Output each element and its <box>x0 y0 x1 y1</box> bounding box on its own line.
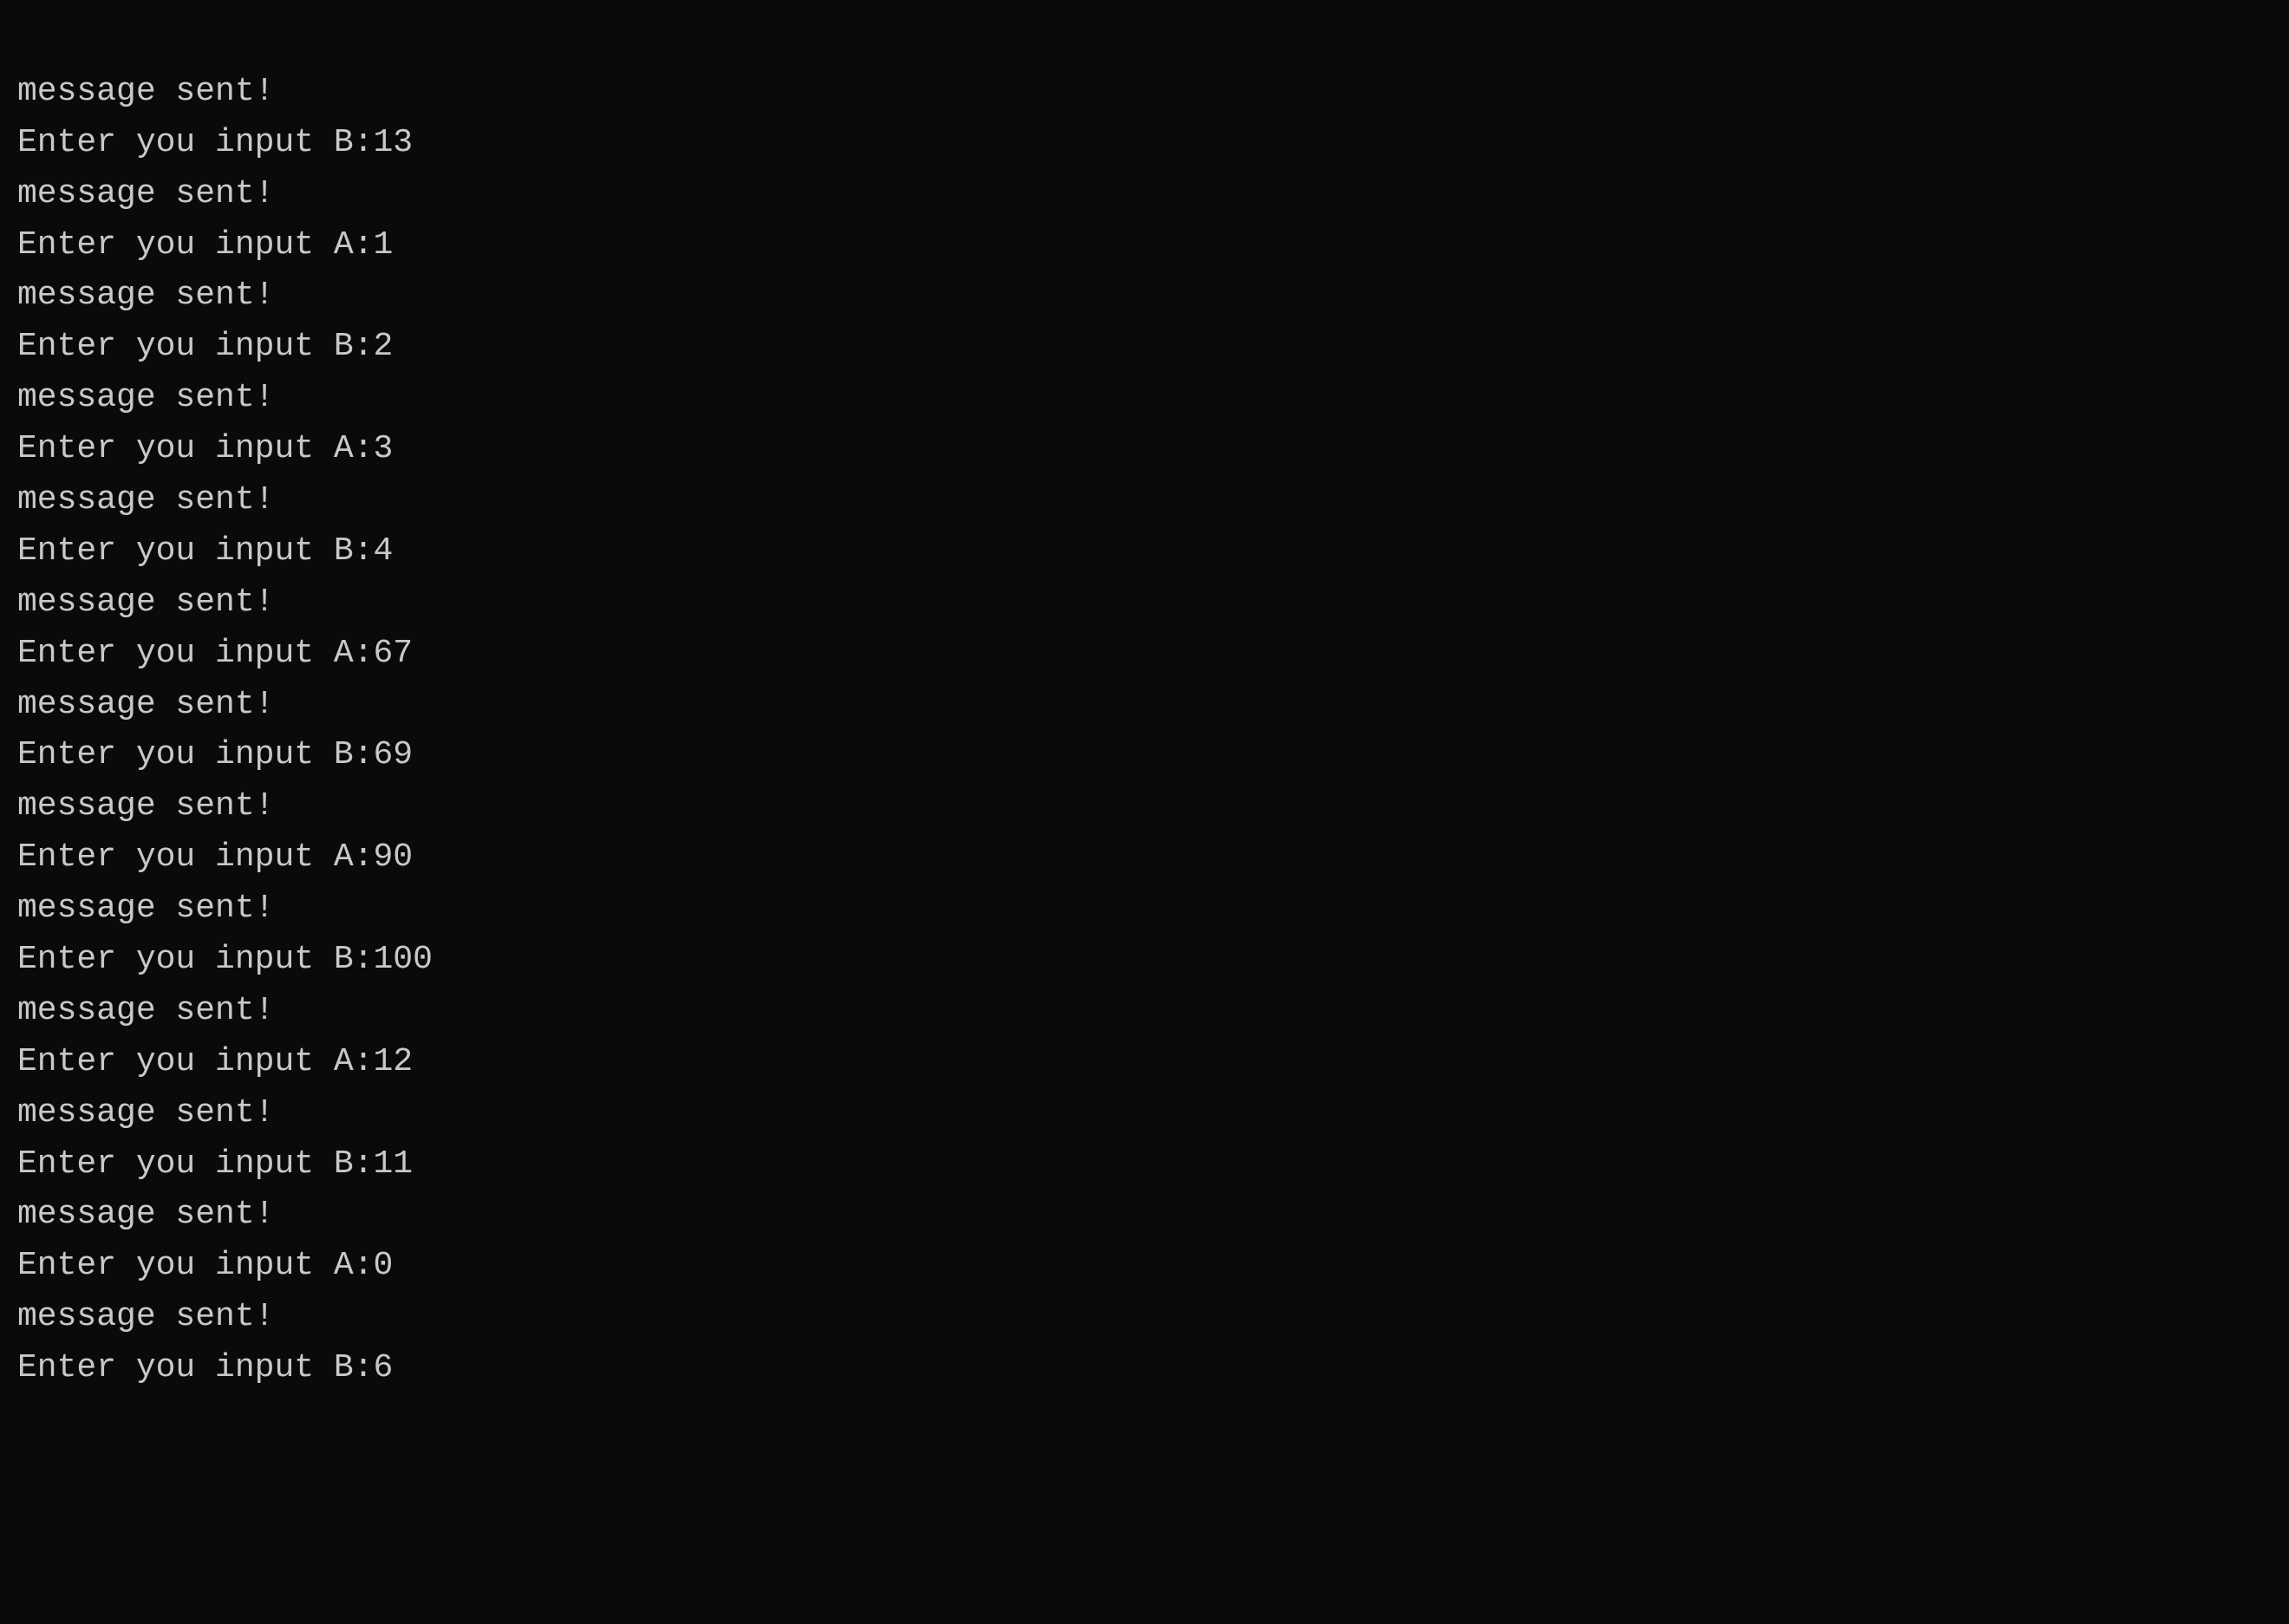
terminal-line: message sent! <box>17 67 2272 118</box>
terminal-line: Enter you input A:90 <box>17 832 2272 884</box>
terminal-line: message sent! <box>17 271 2272 322</box>
terminal-line: Enter you input B:69 <box>17 730 2272 781</box>
terminal-line: message sent! <box>17 475 2272 526</box>
terminal-window: message sent!Enter you input B:13message… <box>0 0 2289 1624</box>
terminal-line: message sent! <box>17 1292 2272 1343</box>
terminal-line: message sent! <box>17 373 2272 424</box>
terminal-line: message sent! <box>17 884 2272 935</box>
terminal-line: message sent! <box>17 1088 2272 1139</box>
terminal-line: message sent! <box>17 169 2272 220</box>
terminal-line: Enter you input A:3 <box>17 424 2272 475</box>
terminal-line: Enter you input A:67 <box>17 629 2272 680</box>
terminal-line: message sent! <box>17 781 2272 832</box>
terminal-line: Enter you input B:13 <box>17 118 2272 169</box>
terminal-line: Enter you input A:1 <box>17 220 2272 271</box>
terminal-line: message sent! <box>17 1190 2272 1241</box>
terminal-line: Enter you input A:0 <box>17 1241 2272 1292</box>
terminal-line: Enter you input B:6 <box>17 1343 2272 1394</box>
terminal-line: Enter you input B:4 <box>17 526 2272 577</box>
terminal-line: Enter you input B:11 <box>17 1139 2272 1190</box>
terminal-line: message sent! <box>17 680 2272 731</box>
terminal-line: message sent! <box>17 986 2272 1037</box>
terminal-line: Enter you input B:2 <box>17 322 2272 373</box>
terminal-line: Enter you input B:100 <box>17 935 2272 986</box>
terminal-line: message sent! <box>17 577 2272 629</box>
terminal-line: Enter you input A:12 <box>17 1037 2272 1088</box>
